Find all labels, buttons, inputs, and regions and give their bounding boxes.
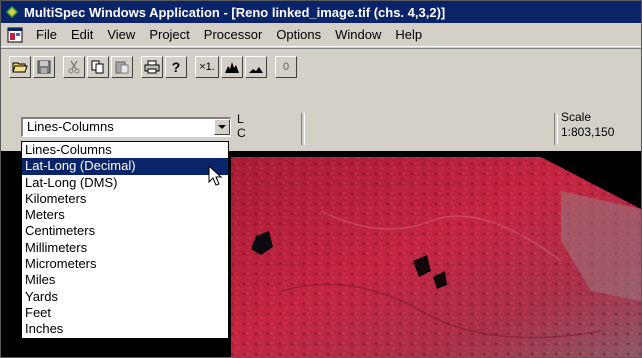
scale-value: 1:803,150 [561, 125, 615, 139]
list-item[interactable]: Meters [22, 207, 228, 223]
open-button[interactable] [9, 56, 31, 78]
histogram-button[interactable] [221, 56, 243, 78]
list-item[interactable]: Centimeters [22, 223, 228, 239]
scale-readout: Scale 1:803,150 [561, 110, 614, 140]
copy-button[interactable] [87, 56, 109, 78]
toolbar: ? ×1. 0 [1, 48, 641, 106]
list-item[interactable]: Yards [22, 289, 228, 305]
zoom-label: ×1. [199, 61, 215, 73]
paste-icon [115, 61, 129, 74]
print-button[interactable] [141, 56, 163, 78]
coordinate-units-select[interactable]: Lines-Columns [21, 117, 231, 137]
help-button[interactable]: ? [165, 56, 187, 78]
cut-button[interactable] [63, 56, 85, 78]
overlay-label: 0 [282, 61, 290, 73]
cut-icon [68, 60, 80, 74]
overlay-button[interactable]: 0 [275, 56, 297, 78]
list-item[interactable]: Millimeters [22, 240, 228, 256]
line-label: L [237, 112, 244, 126]
histogram-small-icon [249, 67, 263, 73]
print-icon [144, 60, 160, 74]
dropdown-arrow-button[interactable] [214, 119, 230, 135]
menu-help[interactable]: Help [388, 26, 429, 44]
histogram-small-button[interactable] [245, 56, 267, 78]
list-item-selected[interactable]: Lat-Long (Decimal) [22, 158, 228, 175]
units-dropdown-list[interactable]: Lines-Columns Lat-Long (Decimal) Lat-Lon… [21, 141, 229, 339]
list-item[interactable]: Lines-Columns [22, 142, 228, 158]
save-button[interactable] [33, 56, 55, 78]
help-icon: ? [171, 59, 181, 75]
list-item[interactable]: Miles [22, 272, 228, 288]
histogram-icon [225, 62, 239, 73]
title-bar[interactable]: MultiSpec Windows Application - [Reno li… [1, 1, 641, 23]
menu-window[interactable]: Window [328, 26, 388, 44]
list-item[interactable]: Lat-Long (DMS) [22, 175, 228, 191]
multispec-app-icon [6, 6, 18, 18]
selected-units: Lines-Columns [27, 119, 114, 134]
zoom-button[interactable]: ×1. [195, 56, 219, 78]
list-item[interactable]: Inches [22, 321, 228, 337]
menu-view[interactable]: View [100, 26, 142, 44]
copy-icon [91, 60, 104, 74]
list-item[interactable]: Feet [22, 305, 228, 321]
save-icon [37, 60, 51, 74]
list-item[interactable]: Micrometers [22, 256, 228, 272]
menu-project[interactable]: Project [142, 26, 196, 44]
list-item[interactable]: Kilometers [22, 191, 228, 207]
menu-bar: File Edit View Project Processor Options… [1, 23, 641, 47]
document-icon[interactable] [7, 27, 23, 43]
chevron-down-icon [218, 124, 226, 129]
menu-processor[interactable]: Processor [197, 26, 270, 44]
open-folder-icon [12, 62, 28, 73]
window-title: MultiSpec Windows Application - [Reno li… [24, 4, 446, 20]
menu-file[interactable]: File [29, 26, 64, 44]
menu-options[interactable]: Options [269, 26, 328, 44]
divider [301, 113, 305, 145]
paste-button[interactable] [111, 56, 133, 78]
divider [554, 113, 558, 145]
app-window: MultiSpec Windows Application - [Reno li… [0, 0, 642, 358]
mouse-pointer-icon [208, 165, 222, 186]
menu-edit[interactable]: Edit [64, 26, 100, 44]
column-label: C [237, 126, 246, 140]
scale-label: Scale [561, 110, 592, 124]
